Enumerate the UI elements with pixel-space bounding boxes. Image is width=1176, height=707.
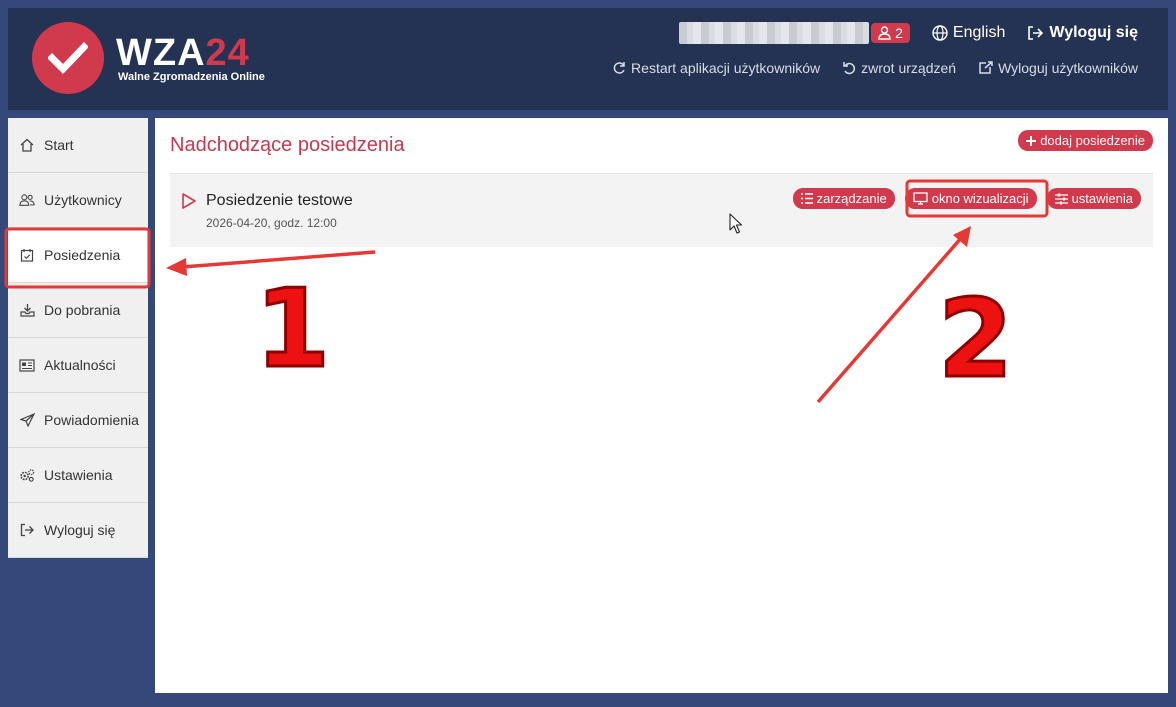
annotation-step-1: 1	[253, 267, 331, 392]
highlight-visualization-box	[905, 179, 1049, 218]
highlight-meetings-box	[4, 227, 151, 289]
annotation-step-2: 2	[936, 277, 1014, 402]
